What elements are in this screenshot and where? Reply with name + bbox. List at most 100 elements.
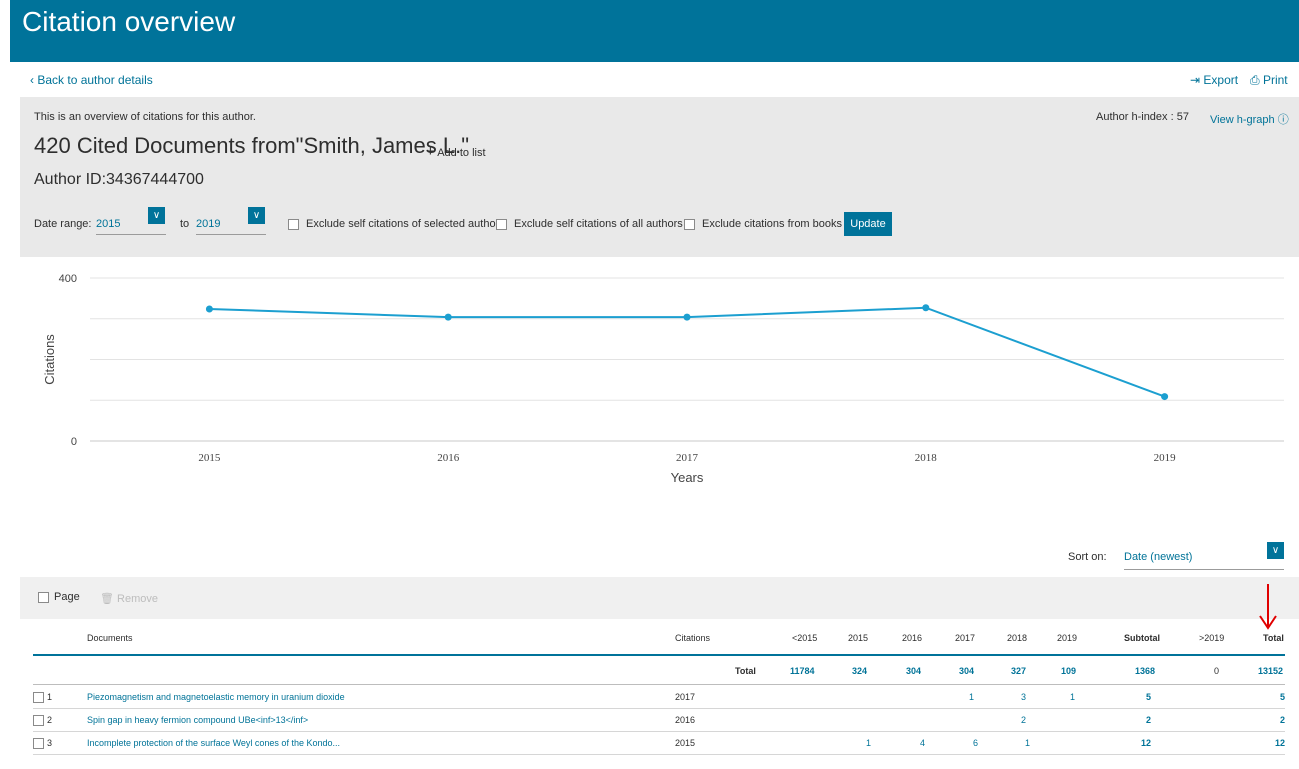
total-lt2015: 11784 xyxy=(790,666,815,676)
total-2015: 324 xyxy=(852,666,868,676)
print-link[interactable]: ⎙ Print xyxy=(1250,73,1288,88)
document-title-link[interactable]: Incomplete protection of the surface Wey… xyxy=(87,738,340,748)
select-page-checkbox[interactable] xyxy=(38,592,49,603)
col-2019: 2019 xyxy=(1057,633,1078,643)
x-tick-label: 2016 xyxy=(437,452,460,464)
citations-chart: 0 400 Citations 2015 2016 2017 2018 2019 Years xyxy=(20,257,1299,527)
exclude-books-checkbox[interactable] xyxy=(684,219,695,230)
sort-label: Sort on: xyxy=(1068,551,1107,563)
cell-2018: 1 xyxy=(1024,738,1030,748)
total-gt2019: 0 xyxy=(1214,666,1220,676)
totals-divider xyxy=(33,684,1285,685)
view-h-graph-link[interactable]: View h-graph ⓘ xyxy=(1210,111,1289,127)
exclude-books-label: Exclude citations from books xyxy=(702,218,843,230)
from-year-select[interactable]: 2015 ∨ xyxy=(96,207,166,235)
cell-2016: 4 xyxy=(919,738,925,748)
document-title-link[interactable]: Piezomagnetism and magnetoelastic memory… xyxy=(87,692,345,702)
help-icon[interactable]: ⓘ xyxy=(1278,114,1289,126)
exclude-self-selected-checkbox[interactable] xyxy=(288,219,299,230)
x-tick-label: 2018 xyxy=(915,452,938,464)
cell-2019: 1 xyxy=(1069,692,1075,702)
date-range-label: Date range: xyxy=(34,218,92,230)
x-tick-label: 2019 xyxy=(1154,452,1177,464)
cell-2018: 3 xyxy=(1020,692,1026,702)
cell-2015: 1 xyxy=(865,738,871,748)
cell-subtotal: 2 xyxy=(1145,715,1151,725)
row-number: 2 xyxy=(47,715,53,725)
plus-icon: + xyxy=(426,143,435,160)
col-gt2019: >2019 xyxy=(1199,633,1225,643)
chevron-down-icon: ∨ xyxy=(248,207,265,224)
col-citations[interactable]: Citations xyxy=(675,633,710,643)
intro-text: This is an overview of citations for thi… xyxy=(34,111,256,123)
x-tick-label: 2015 xyxy=(198,452,221,464)
x-axis-label: Years xyxy=(671,470,704,485)
remove-button[interactable]: 🗑︎ Remove xyxy=(100,592,158,605)
update-button[interactable]: Update xyxy=(844,212,892,236)
page-toolbar: Page 🗑︎ Remove xyxy=(20,577,1299,619)
totals-label: Total xyxy=(735,666,756,676)
row-checkbox[interactable] xyxy=(33,692,44,703)
total-total: 13152 xyxy=(1258,666,1284,676)
cell-2017: 6 xyxy=(972,738,978,748)
cell-subtotal: 12 xyxy=(1140,738,1151,748)
chevron-down-icon: ∨ xyxy=(1267,542,1284,559)
total-2019: 109 xyxy=(1061,666,1077,676)
back-to-author-link[interactable]: ‹ Back to author details xyxy=(30,73,153,87)
cell-2018: 2 xyxy=(1020,715,1026,725)
exclude-self-all-label: Exclude self citations of all authors xyxy=(514,218,683,230)
table-row: 2 Spin gap in heavy fermion compound UBe… xyxy=(33,709,1285,732)
export-icon: ⇥ xyxy=(1190,73,1201,87)
data-point xyxy=(444,313,452,321)
data-point xyxy=(683,313,691,321)
chevron-down-icon: ∨ xyxy=(148,207,165,224)
cell-subtotal: 5 xyxy=(1145,692,1151,702)
author-id: Author ID:34367444700 xyxy=(34,171,204,188)
row-number: 3 xyxy=(47,738,53,748)
total-2018: 327 xyxy=(1011,666,1027,676)
total-subtotal: 1368 xyxy=(1135,666,1156,676)
document-year: 2017 xyxy=(675,692,696,702)
header-divider xyxy=(33,654,1285,656)
printer-icon: ⎙ xyxy=(1250,73,1260,87)
series-line xyxy=(209,306,1165,398)
h-index-label: Author h-index : 57 xyxy=(1096,111,1189,123)
cell-total: 2 xyxy=(1279,715,1285,725)
chevron-left-icon: ‹ xyxy=(30,73,34,87)
row-checkbox[interactable] xyxy=(33,738,44,749)
col-2018: 2018 xyxy=(1007,633,1028,643)
add-to-list-button[interactable]: + Add to list xyxy=(426,143,486,160)
col-subtotal: Subtotal xyxy=(1124,633,1160,643)
col-lt2015: <2015 xyxy=(792,633,818,643)
row-number: 1 xyxy=(47,692,53,702)
table-row: 3 Incomplete protection of the surface W… xyxy=(33,732,1285,755)
document-year: 2016 xyxy=(675,715,696,725)
row-checkbox[interactable] xyxy=(33,715,44,726)
total-2016: 304 xyxy=(906,666,922,676)
data-point xyxy=(205,305,213,313)
col-2015: 2015 xyxy=(848,633,869,643)
table-row: 1 Piezomagnetism and magnetoelastic memo… xyxy=(33,686,1285,709)
sort-select[interactable]: Date (newest) ∨ xyxy=(1124,542,1284,570)
total-2017: 304 xyxy=(959,666,975,676)
x-tick-label: 2017 xyxy=(676,452,699,464)
title-bar: Citation overview xyxy=(10,0,1299,62)
document-title-link[interactable]: Spin gap in heavy fermion compound UBe<i… xyxy=(87,715,308,725)
info-panel: This is an overview of citations for thi… xyxy=(20,97,1299,257)
to-year-select[interactable]: 2019 ∨ xyxy=(196,207,266,235)
cited-documents-heading: 420 Cited Documents from"Smith, James L.… xyxy=(34,133,470,158)
y-axis-label: Citations xyxy=(42,334,57,385)
trash-icon: 🗑︎ xyxy=(100,593,114,605)
data-point xyxy=(922,304,930,312)
cell-2017: 1 xyxy=(968,692,974,702)
exclude-self-all-checkbox[interactable] xyxy=(496,219,507,230)
document-year: 2015 xyxy=(675,738,696,748)
red-arrow-annotation xyxy=(1259,584,1277,630)
col-documents[interactable]: Documents xyxy=(87,633,133,643)
col-total: Total xyxy=(1263,633,1284,643)
to-label: to xyxy=(180,218,190,230)
cell-total: 5 xyxy=(1279,692,1285,702)
y-tick-label: 400 xyxy=(59,273,77,285)
page-title: Citation overview xyxy=(22,6,236,37)
export-link[interactable]: ⇥ Export xyxy=(1190,73,1238,87)
